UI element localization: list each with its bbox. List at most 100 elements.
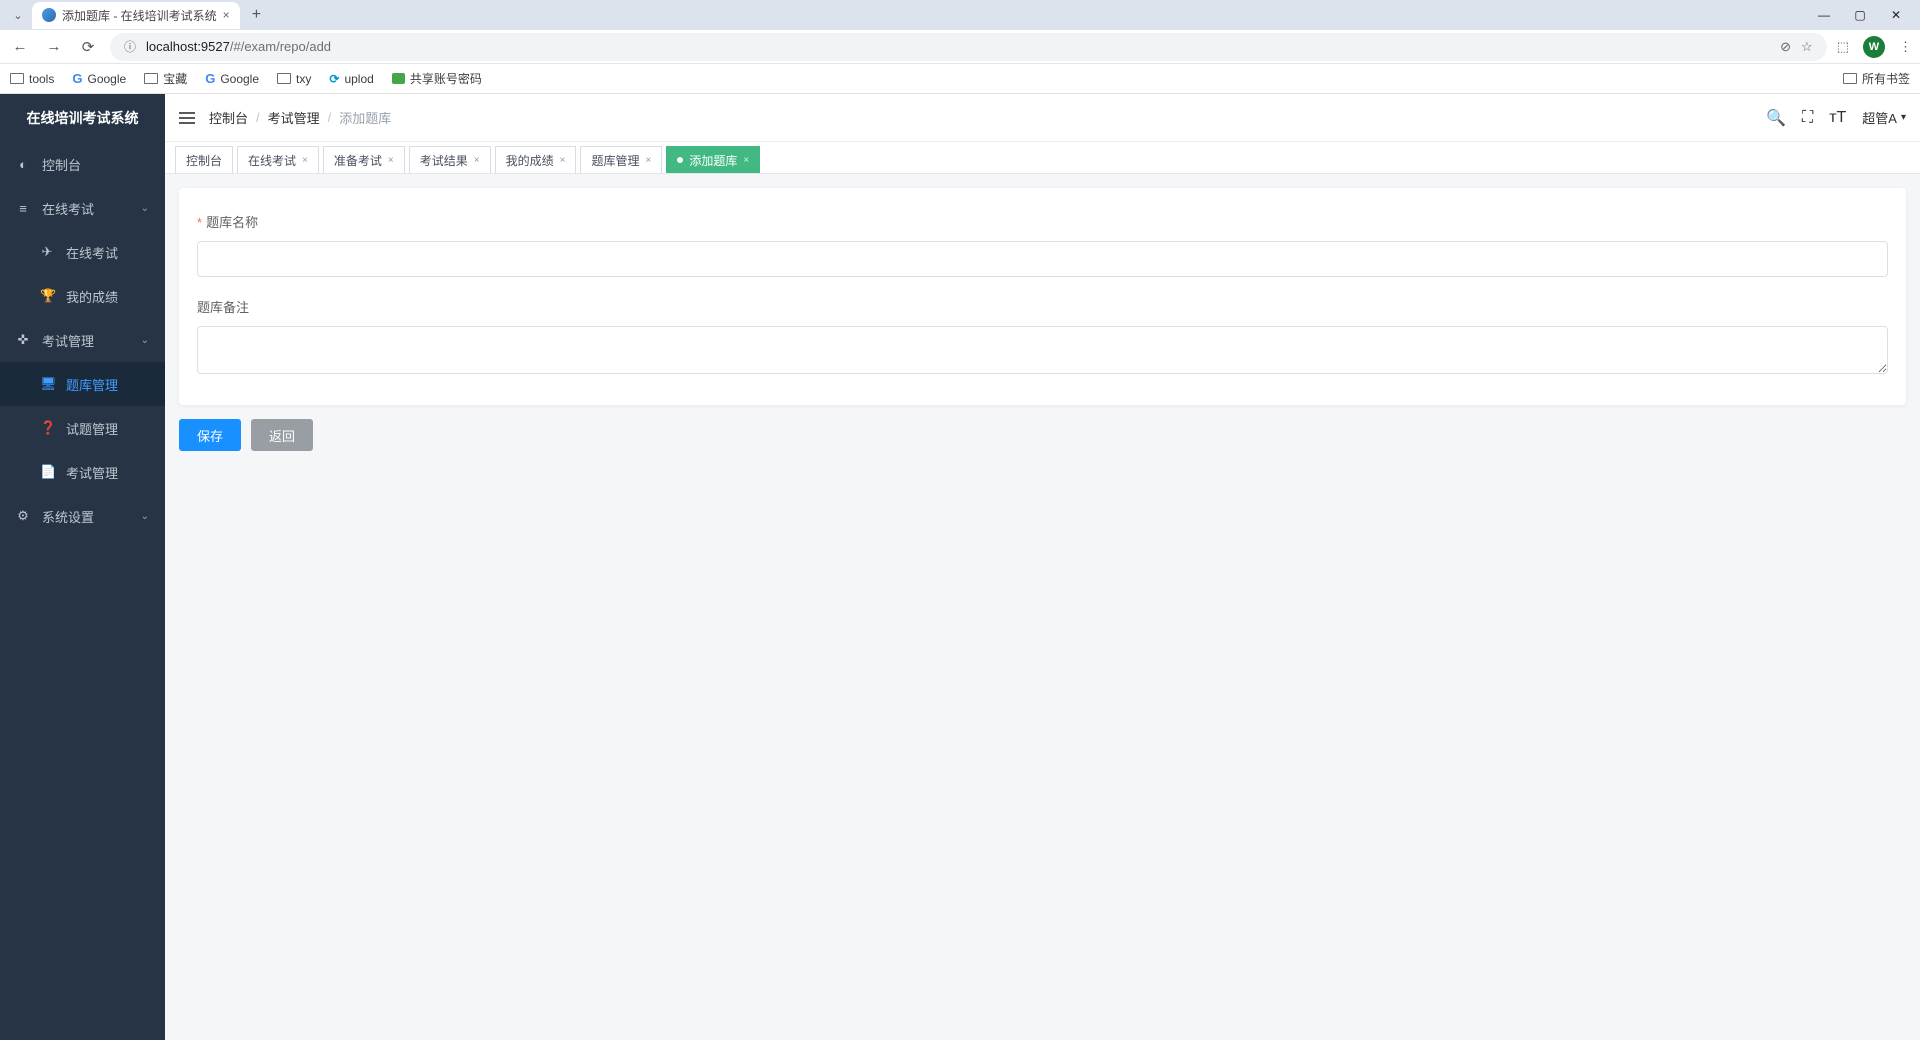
reload-icon[interactable]: ⟳ <box>76 38 100 56</box>
sidebar-sub-repo-manage[interactable]: 🖥 题库管理 <box>0 362 165 406</box>
minimize-icon[interactable]: — <box>1818 8 1830 22</box>
sidebar-item-label: 题库管理 <box>66 375 118 394</box>
page-tabs: 控制台 在线考试× 准备考试× 考试结果× 我的成绩× 题库管理× 添加题库× <box>165 142 1920 174</box>
forward-icon[interactable]: → <box>42 38 66 55</box>
tab-my-score[interactable]: 我的成绩× <box>495 146 577 173</box>
app-title: 在线培训考试系统 <box>0 94 165 142</box>
close-icon[interactable]: × <box>743 155 749 166</box>
url-input[interactable]: ⓘ localhost:9527/#/exam/repo/add ⊘ ☆ <box>110 33 1827 61</box>
save-button[interactable]: 保存 <box>179 419 241 451</box>
sidebar-item-console[interactable]: ◐ 控制台 <box>0 142 165 186</box>
bookmark-star-icon[interactable]: ☆ <box>1801 39 1813 55</box>
cloud-icon: ⟳ <box>329 72 339 86</box>
main-area: 控制台 / 考试管理 / 添加题库 🔍 ⛶ ᴛT 超管A ▾ 控制台 在线考试×… <box>165 94 1920 1040</box>
page-content: *题库名称 题库备注 保存 返回 <box>165 174 1920 465</box>
user-dropdown[interactable]: 超管A ▾ <box>1862 108 1906 127</box>
bookmark-shared-pw[interactable]: 共享账号密码 <box>392 70 482 87</box>
collapse-sidebar-icon[interactable] <box>179 112 195 124</box>
bookmark-all[interactable]: 所有书签 <box>1843 70 1910 87</box>
repo-name-input[interactable] <box>197 241 1888 277</box>
google-icon: G <box>205 71 215 86</box>
font-size-icon[interactable]: ᴛT <box>1829 109 1846 127</box>
breadcrumb-item[interactable]: 考试管理 <box>268 108 320 127</box>
repo-remark-input[interactable] <box>197 326 1888 374</box>
sidebar-sub-my-score[interactable]: 🏆 我的成绩 <box>0 274 165 318</box>
sidebar-sub-question-manage[interactable]: ❓ 试题管理 <box>0 406 165 450</box>
breadcrumb-sep: / <box>328 110 332 125</box>
bookmark-google-2[interactable]: GGoogle <box>205 71 259 86</box>
repo-remark-label: 题库备注 <box>197 297 1888 316</box>
settings-icon: ⚙ <box>16 508 30 524</box>
close-icon[interactable]: × <box>560 155 566 166</box>
sidebar-item-label: 考试管理 <box>66 463 118 482</box>
tab-console[interactable]: 控制台 <box>175 146 233 173</box>
chevron-down-icon: ⌄ <box>141 335 149 346</box>
back-button[interactable]: 返回 <box>251 419 313 451</box>
sidebar-sub-online-exam[interactable]: ✈ 在线考试 <box>0 230 165 274</box>
sidebar-item-online-exam[interactable]: ≡ 在线考试 ⌄ <box>0 186 165 230</box>
trophy-icon: 🏆 <box>40 288 54 304</box>
folder-icon <box>277 73 291 84</box>
close-icon[interactable]: × <box>645 155 651 166</box>
folder-icon <box>144 73 158 84</box>
bookmark-uplod[interactable]: ⟳uplod <box>329 72 373 86</box>
bookmark-tools[interactable]: tools <box>10 72 54 86</box>
tab-add-repo[interactable]: 添加题库× <box>666 146 760 173</box>
browser-tab-title: 添加题库 - 在线培训考试系统 <box>62 7 217 24</box>
tab-exam-result[interactable]: 考试结果× <box>409 146 491 173</box>
sidebar-item-label: 我的成绩 <box>66 287 118 306</box>
tabs-dropdown-icon[interactable]: ⌄ <box>8 9 28 22</box>
breadcrumb-item[interactable]: 控制台 <box>209 108 248 127</box>
window-controls: — ▢ ✕ <box>1818 8 1912 22</box>
close-tab-icon[interactable]: × <box>223 8 230 22</box>
close-icon[interactable]: × <box>388 155 394 166</box>
search-icon[interactable]: 🔍 <box>1766 108 1786 128</box>
new-tab-button[interactable]: + <box>244 6 269 24</box>
back-icon[interactable]: ← <box>8 38 32 55</box>
favicon-icon <box>42 8 56 22</box>
topbar: 控制台 / 考试管理 / 添加题库 🔍 ⛶ ᴛT 超管A ▾ <box>165 94 1920 142</box>
site-info-icon[interactable]: ⓘ <box>124 38 136 55</box>
dashboard-icon: ◐ <box>16 157 30 172</box>
sheet-icon <box>392 73 405 84</box>
sidebar-item-system-settings[interactable]: ⚙ 系统设置 ⌄ <box>0 494 165 538</box>
folder-icon <box>1843 73 1857 84</box>
browser-tab-strip: ⌄ 添加题库 - 在线培训考试系统 × + — ▢ ✕ <box>0 0 1920 30</box>
bookmarks-bar: tools GGoogle 宝藏 GGoogle txy ⟳uplod 共享账号… <box>0 64 1920 94</box>
bookmark-google-1[interactable]: GGoogle <box>72 71 126 86</box>
close-window-icon[interactable]: ✕ <box>1890 8 1902 22</box>
tab-repo-manage[interactable]: 题库管理× <box>580 146 662 173</box>
tab-online-exam[interactable]: 在线考试× <box>237 146 319 173</box>
sidebar-item-label: 在线考试 <box>42 199 94 218</box>
maximize-icon[interactable]: ▢ <box>1854 8 1866 22</box>
sidebar-item-exam-manage[interactable]: ✜ 考试管理 ⌄ <box>0 318 165 362</box>
monitor-icon: 🖥 <box>40 376 54 392</box>
address-bar: ← → ⟳ ⓘ localhost:9527/#/exam/repo/add ⊘… <box>0 30 1920 64</box>
sidebar-item-label: 控制台 <box>42 155 81 174</box>
link-icon[interactable]: ⊘ <box>1780 39 1791 55</box>
breadcrumb: 控制台 / 考试管理 / 添加题库 <box>209 108 391 127</box>
google-icon: G <box>72 71 82 86</box>
sidebar-item-label: 系统设置 <box>42 507 94 526</box>
sidebar-sub-exam-manage[interactable]: 📄 考试管理 <box>0 450 165 494</box>
chevron-down-icon: ▾ <box>1901 112 1906 123</box>
browser-menu-icon[interactable]: ⋮ <box>1899 39 1912 55</box>
breadcrumb-sep: / <box>256 110 260 125</box>
gear-icon: ✜ <box>16 332 30 348</box>
plane-icon: ✈ <box>40 244 54 260</box>
repo-name-label: *题库名称 <box>197 212 1888 231</box>
close-icon[interactable]: × <box>302 155 308 166</box>
profile-avatar[interactable]: W <box>1863 36 1885 58</box>
bookmark-baozang[interactable]: 宝藏 <box>144 70 187 87</box>
tab-prepare-exam[interactable]: 准备考试× <box>323 146 405 173</box>
chevron-down-icon: ⌄ <box>141 511 149 522</box>
question-icon: ❓ <box>40 420 54 436</box>
close-icon[interactable]: × <box>474 155 480 166</box>
chevron-down-icon: ⌄ <box>141 203 149 214</box>
browser-tab-active[interactable]: 添加题库 - 在线培训考试系统 × <box>32 2 240 29</box>
sidebar-item-label: 考试管理 <box>42 331 94 350</box>
extensions-icon[interactable]: ⬚ <box>1837 39 1849 55</box>
fullscreen-icon[interactable]: ⛶ <box>1802 109 1813 127</box>
bookmark-txy[interactable]: txy <box>277 72 311 86</box>
sidebar: 在线培训考试系统 ◐ 控制台 ≡ 在线考试 ⌄ ✈ 在线考试 🏆 我的成绩 ✜ … <box>0 94 165 1040</box>
